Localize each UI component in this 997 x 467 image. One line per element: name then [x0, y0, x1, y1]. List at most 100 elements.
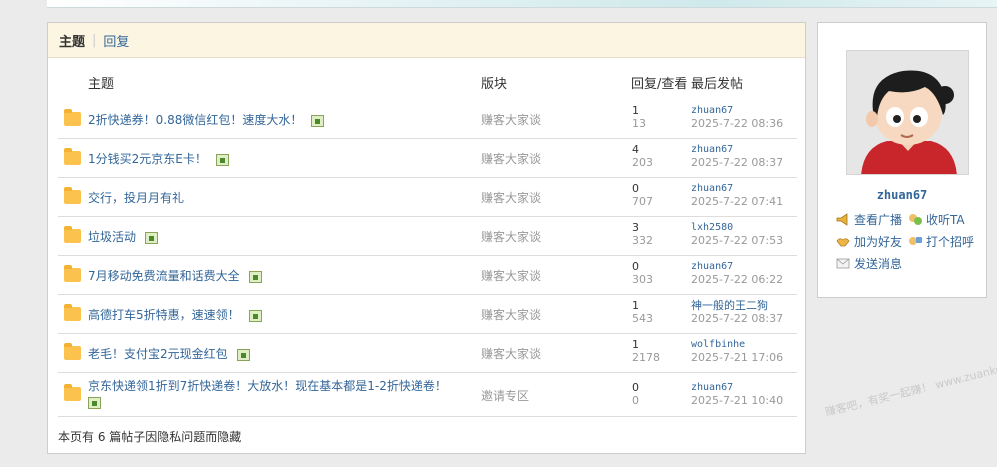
thread-title[interactable]: 老毛！支付宝2元现金红包: [88, 345, 250, 362]
last-post: zhuan67 2025-7-22 07:41: [691, 182, 783, 208]
profile-username[interactable]: zhuan67: [818, 188, 986, 202]
last-post-time[interactable]: 2025-7-21 17:06: [691, 351, 783, 364]
thread-title[interactable]: 京东快递领1折到7折快递卷！大放水！现在基本都是1-2折快递卷！: [88, 378, 448, 409]
thread-forum[interactable]: 邀请专区: [481, 387, 529, 404]
thread-title[interactable]: 高德打车5折特惠，速速领！: [88, 306, 262, 323]
follow-label: 收听TA: [926, 213, 965, 227]
last-post-user[interactable]: zhuan67: [691, 143, 783, 156]
thread-forum[interactable]: 赚客大家谈: [481, 111, 541, 128]
thread-title[interactable]: 7月移动免费流量和话费大全: [88, 267, 262, 284]
image-attachment-icon: [145, 231, 159, 244]
table-row: 1分钱买2元京东E卡！ 赚客大家谈 4 203 zhuan67 2025-7-22 …: [58, 139, 797, 178]
last-post-time[interactable]: 2025-7-22 08:36: [691, 117, 783, 130]
thread-forum[interactable]: 赚客大家谈: [481, 189, 541, 206]
tab-replies[interactable]: 回复: [103, 31, 129, 50]
table-row: 交行，投月月有礼 赚客大家谈 0 707 zhuan67 2025-7-22 07:…: [58, 178, 797, 217]
table-header: 主题 版块 回复/查看 最后发帖: [48, 70, 805, 94]
thread-forum[interactable]: 赚客大家谈: [481, 306, 541, 323]
last-post-time[interactable]: 2025-7-21 10:40: [691, 394, 783, 407]
column-reply-view: 回复/查看: [631, 77, 688, 92]
folder-icon[interactable]: [64, 226, 81, 243]
folder-icon[interactable]: [64, 265, 81, 282]
column-forum: 版块: [481, 77, 508, 92]
image-attachment-icon: [248, 309, 262, 322]
thread-title[interactable]: 2折快递券！0.88微信红包！速度大水！: [88, 111, 325, 128]
tab-bar: 主题 | 回复: [48, 23, 805, 58]
last-post-user[interactable]: zhuan67: [691, 260, 783, 273]
folder-icon[interactable]: [64, 148, 81, 165]
column-last-post: 最后发帖: [691, 77, 744, 92]
megaphone-icon: [836, 213, 848, 226]
listen-icon: [909, 214, 922, 225]
send-message-link[interactable]: 发送消息: [836, 255, 902, 272]
last-post-user[interactable]: zhuan67: [691, 381, 783, 394]
folder-icon[interactable]: [64, 343, 81, 360]
add-friend-link[interactable]: 加为好友: [836, 233, 902, 250]
last-post: zhuan67 2025-7-22 08:37: [691, 143, 783, 169]
view-broadcast-label: 查看广播: [854, 213, 903, 227]
greet-icon: [909, 237, 922, 245]
folder-icon[interactable]: [64, 187, 81, 204]
last-post-time[interactable]: 2025-7-22 06:22: [691, 273, 783, 286]
send-message-label: 发送消息: [854, 257, 903, 271]
tab-separator: |: [92, 32, 97, 48]
handshake-icon: [836, 238, 850, 247]
avatar[interactable]: [846, 50, 969, 175]
table-row: 京东快递领1折到7折快递卷！大放水！现在基本都是1-2折快递卷！ 邀请专区 00…: [58, 373, 797, 417]
table-row: 2折快递券！0.88微信红包！速度大水！ 赚客大家谈 1 13 zhuan67 20…: [58, 100, 797, 139]
image-attachment-icon: [88, 397, 101, 409]
view-broadcast-link[interactable]: 查看广播: [836, 211, 902, 228]
reply-view-count: 1 2178: [632, 338, 660, 364]
folder-icon[interactable]: [64, 304, 81, 321]
thread-title[interactable]: 1分钱买2元京东E卡！: [88, 150, 229, 167]
table-row: 垃圾活动 赚客大家谈 3 332 lxh2580 2025-7-22 07:53: [58, 217, 797, 256]
last-post-time[interactable]: 2025-7-22 07:53: [691, 234, 783, 247]
table-row: 老毛！支付宝2元现金红包 赚客大家谈 1 2178 wolfbinhe 2025-7…: [58, 334, 797, 373]
last-post: 神一般的王二狗 2025-7-22 08:37: [691, 299, 783, 325]
image-attachment-icon: [311, 114, 325, 127]
thread-title[interactable]: 交行，投月月有礼: [88, 189, 184, 206]
reply-view-count: 1 13: [632, 104, 646, 130]
image-attachment-icon: [236, 348, 250, 361]
last-post-user[interactable]: lxh2580: [691, 221, 783, 234]
last-post-user[interactable]: zhuan67: [691, 104, 783, 117]
reply-view-count: 0 303: [632, 260, 653, 286]
thread-list-panel: 主题 | 回复 主题 版块 回复/查看 最后发帖 2折快递券！0.88微信红包！…: [47, 22, 806, 454]
greet-label: 打个招呼: [926, 235, 975, 249]
column-subject: 主题: [88, 77, 115, 92]
site-watermark: 赚客吧，有奖一起赚！ www.zuanke8.com: [823, 354, 997, 419]
last-post-user[interactable]: zhuan67: [691, 182, 783, 195]
last-post: zhuan67 2025-7-22 06:22: [691, 260, 783, 286]
last-post-time[interactable]: 2025-7-22 08:37: [691, 312, 783, 325]
last-post: wolfbinhe 2025-7-21 17:06: [691, 338, 783, 364]
tab-topics[interactable]: 主题: [59, 31, 85, 50]
thread-forum[interactable]: 赚客大家谈: [481, 150, 541, 167]
envelope-icon: [836, 258, 850, 269]
greet-link[interactable]: 打个招呼: [908, 233, 974, 250]
last-post-time[interactable]: 2025-7-22 08:37: [691, 156, 783, 169]
follow-link[interactable]: 收听TA: [908, 211, 965, 228]
last-post: lxh2580 2025-7-22 07:53: [691, 221, 783, 247]
thread-forum[interactable]: 赚客大家谈: [481, 345, 541, 362]
image-attachment-icon: [215, 153, 229, 166]
thread-forum[interactable]: 赚客大家谈: [481, 267, 541, 284]
folder-icon[interactable]: [64, 109, 81, 126]
last-post: zhuan67 2025-7-21 10:40: [691, 381, 783, 407]
reply-view-count: 0 707: [632, 182, 653, 208]
table-row: 高德打车5折特惠，速速领！ 赚客大家谈 1 543 神一般的王二狗 2025-7-2…: [58, 295, 797, 334]
profile-card: zhuan67 查看广播 收听TA 加为好友 打个招呼 发送消息: [817, 22, 987, 298]
thread-forum[interactable]: 赚客大家谈: [481, 228, 541, 245]
last-post: zhuan67 2025-7-22 08:36: [691, 104, 783, 130]
table-row: 7月移动免费流量和话费大全 赚客大家谈 0 303 zhuan67 2025-7-2…: [58, 256, 797, 295]
add-friend-label: 加为好友: [854, 235, 903, 249]
last-post-time[interactable]: 2025-7-22 07:41: [691, 195, 783, 208]
image-attachment-icon: [248, 270, 262, 283]
hidden-posts-note: 本页有 6 篇帖子因隐私问题而隐藏: [58, 430, 242, 444]
thread-title[interactable]: 垃圾活动: [88, 228, 159, 245]
top-banner: [47, 0, 997, 8]
thread-rows: 2折快递券！0.88微信红包！速度大水！ 赚客大家谈 1 13 zhuan67 20…: [58, 100, 797, 417]
last-post-user[interactable]: wolfbinhe: [691, 338, 783, 351]
folder-icon[interactable]: [64, 384, 81, 401]
reply-view-count: 3 332: [632, 221, 653, 247]
last-post-user[interactable]: 神一般的王二狗: [691, 299, 783, 312]
